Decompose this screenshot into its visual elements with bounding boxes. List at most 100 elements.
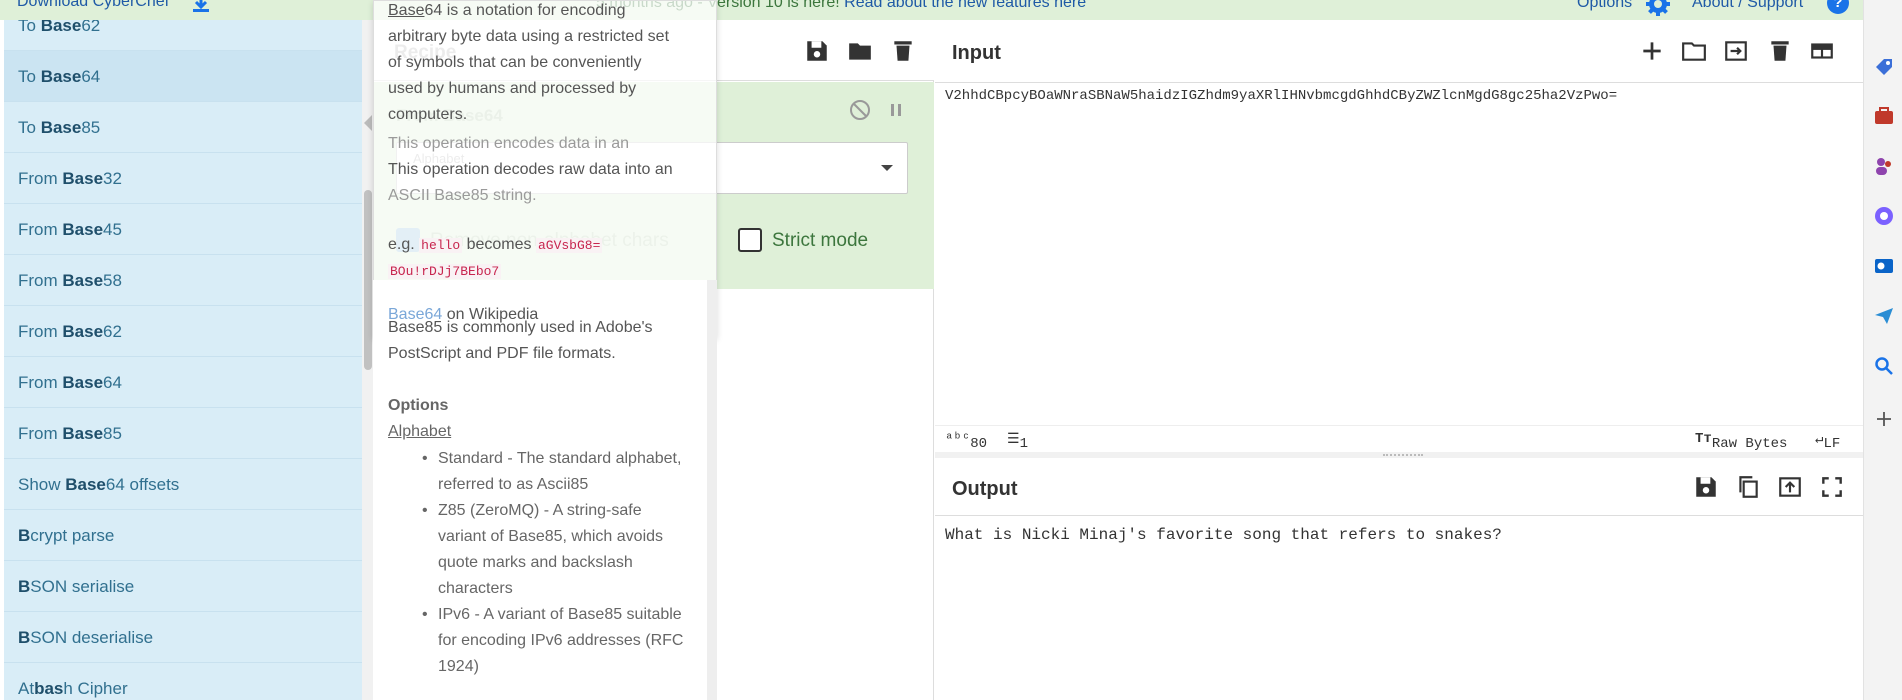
operation-from-base64[interactable]: From Base64 Alphabet Remove non-alphabet… bbox=[374, 82, 934, 289]
operation-list-item-match: Base bbox=[62, 373, 104, 392]
maximise-icon[interactable] bbox=[1819, 474, 1845, 500]
operation-list-item-prefix: At bbox=[18, 679, 35, 698]
operation-list-item-suffix: 85 bbox=[103, 424, 122, 443]
add-icon[interactable] bbox=[1873, 408, 1895, 430]
send-icon[interactable] bbox=[1873, 305, 1895, 327]
scrollbar-thumb[interactable] bbox=[364, 190, 372, 370]
operation-list-item[interactable]: From Base58 bbox=[4, 255, 362, 306]
tag-icon[interactable] bbox=[1873, 56, 1895, 78]
resizer-grip[interactable] bbox=[1383, 454, 1423, 456]
operation-list-item-prefix: From bbox=[18, 169, 63, 188]
encoding-select[interactable]: Tт Raw Bytes bbox=[1695, 431, 1787, 452]
operation-list-item-suffix: SON serialise bbox=[30, 577, 135, 596]
eol-select[interactable]: ↵ LF bbox=[1815, 431, 1840, 452]
operation-list-item-prefix: To bbox=[18, 118, 41, 137]
operation-list-item-suffix: 64 bbox=[81, 67, 101, 86]
operation-list-item-match: Base bbox=[62, 169, 104, 188]
operation-list-item-suffix: h Cipher bbox=[63, 679, 128, 698]
collapse-arrow-icon[interactable] bbox=[364, 115, 372, 131]
operation-list-item[interactable]: From Base64 bbox=[4, 357, 362, 408]
pause-icon[interactable] bbox=[884, 98, 908, 122]
strict-mode-checkbox[interactable] bbox=[738, 228, 762, 252]
chevron-down-icon[interactable] bbox=[881, 165, 893, 171]
operation-list-item[interactable]: Atbash Cipher bbox=[4, 663, 362, 700]
download-icon[interactable] bbox=[190, 0, 212, 14]
operation-list-item-prefix: Show bbox=[18, 475, 66, 494]
briefcase-icon[interactable] bbox=[1873, 105, 1895, 127]
load-recipe-icon[interactable] bbox=[847, 38, 873, 64]
open-folder-icon[interactable] bbox=[1681, 38, 1707, 64]
operation-list-item-prefix: From bbox=[18, 424, 63, 443]
operation-list-item[interactable]: From Base45 bbox=[4, 204, 362, 255]
clear-input-icon[interactable] bbox=[1767, 38, 1793, 64]
operation-list-item[interactable]: From Base32 bbox=[4, 153, 362, 204]
people-icon[interactable] bbox=[1873, 155, 1895, 177]
recipe-panel: Recipe From Base64 Alphabet Remove non-a… bbox=[374, 20, 934, 700]
recipe-header: Recipe bbox=[374, 20, 934, 81]
disable-operation-icon[interactable] bbox=[848, 98, 872, 122]
operation-list-item-prefix: To bbox=[18, 20, 41, 35]
input-header: Input bbox=[935, 20, 1863, 83]
operation-list-item[interactable]: BSON deserialise bbox=[4, 612, 362, 663]
operations-list: To Base62 To Base64 To Base85 From Base32 Fr… bbox=[4, 20, 362, 700]
operation-list-item-match: bas bbox=[34, 679, 64, 698]
outlook-icon[interactable] bbox=[1873, 255, 1895, 277]
operation-list-item[interactable]: To Base62 bbox=[4, 20, 362, 51]
open-file-icon[interactable] bbox=[1723, 38, 1749, 64]
operation-list-item-suffix: SON deserialise bbox=[30, 628, 154, 647]
operation-list-item-match: B bbox=[18, 628, 31, 647]
lines-label: ☰ 1 bbox=[1007, 432, 1028, 452]
save-output-icon[interactable] bbox=[1693, 474, 1719, 500]
operation-list-item[interactable]: Show Base64 offsets bbox=[4, 459, 362, 510]
features-link[interactable]: Read about the new features here bbox=[844, 0, 1086, 11]
operation-list-item[interactable]: To Base64 bbox=[4, 51, 362, 102]
replace-input-icon[interactable] bbox=[1777, 474, 1803, 500]
alphabet-select[interactable]: Alphabet bbox=[396, 142, 908, 194]
operation-list-item-match: Base bbox=[65, 475, 106, 494]
input-textarea[interactable]: V2hhdCBpcyBOaWNraSBNaW5haidzIGZhdm9yaXRl… bbox=[945, 88, 1617, 104]
help-icon[interactable]: ? bbox=[1827, 0, 1849, 14]
options-link[interactable]: Options bbox=[1577, 0, 1632, 12]
gear-icon[interactable] bbox=[1645, 0, 1671, 17]
operation-list-item-suffix: 58 bbox=[103, 271, 122, 290]
operation-list-item-match: Base bbox=[62, 424, 104, 443]
eol-value: LF bbox=[1823, 436, 1841, 452]
copy-output-icon[interactable] bbox=[1735, 474, 1761, 500]
save-recipe-icon[interactable] bbox=[804, 38, 830, 64]
download-link[interactable]: Download CyberChef bbox=[17, 0, 169, 11]
operation-list-item-match: B bbox=[18, 526, 31, 545]
remove-non-alphabet-label[interactable]: Remove non-alphabet chars bbox=[430, 230, 669, 252]
operation-list-item-prefix: From bbox=[18, 271, 63, 290]
operation-list-item[interactable]: BSON serialise bbox=[4, 561, 362, 612]
output-text[interactable]: What is Nicki Minaj's favorite song that… bbox=[945, 526, 1502, 544]
lines-value: 1 bbox=[1019, 436, 1028, 452]
operation-list-item-prefix: To bbox=[18, 67, 41, 86]
operation-list-item[interactable]: From Base85 bbox=[4, 408, 362, 459]
clear-recipe-icon[interactable] bbox=[890, 38, 916, 64]
remove-non-alphabet-checkbox[interactable] bbox=[396, 228, 420, 252]
copilot-icon[interactable] bbox=[1873, 205, 1895, 227]
reset-layout-icon[interactable] bbox=[1809, 38, 1835, 64]
encoding-value: Raw Bytes bbox=[1711, 436, 1788, 452]
about-support-link[interactable]: About / Support bbox=[1692, 0, 1803, 12]
operation-list-item-suffix: 64 offsets bbox=[105, 475, 180, 494]
operation-list-item[interactable]: From Base62 bbox=[4, 306, 362, 357]
length-value: 80 bbox=[970, 436, 988, 452]
input-title: Input bbox=[952, 42, 1001, 64]
add-tab-icon[interactable] bbox=[1639, 38, 1665, 64]
operation-list-item-match: B bbox=[18, 577, 31, 596]
operation-list-item-suffix: 62 bbox=[103, 322, 122, 341]
search-icon[interactable] bbox=[1873, 355, 1895, 377]
strict-mode-label[interactable]: Strict mode bbox=[772, 230, 868, 252]
operation-list-item-match: Base bbox=[62, 271, 104, 290]
operation-list-item[interactable]: To Base85 bbox=[4, 102, 362, 153]
alphabet-label: Alphabet bbox=[413, 151, 465, 166]
length-label: ᵃᵇᶜ 80 bbox=[945, 431, 988, 452]
operation-list-item[interactable]: Bcrypt parse bbox=[4, 510, 362, 561]
output-panel: Output What is Nicki Minaj's favorite so… bbox=[935, 458, 1863, 700]
operation-list-item-suffix: 62 bbox=[81, 20, 101, 35]
notification-banner: Download CyberChef 5 months ago - Versio… bbox=[0, 0, 1863, 20]
output-title: Output bbox=[952, 478, 1018, 500]
operation-list-item-prefix: From bbox=[18, 220, 63, 239]
operations-scrollbar[interactable] bbox=[362, 20, 374, 700]
